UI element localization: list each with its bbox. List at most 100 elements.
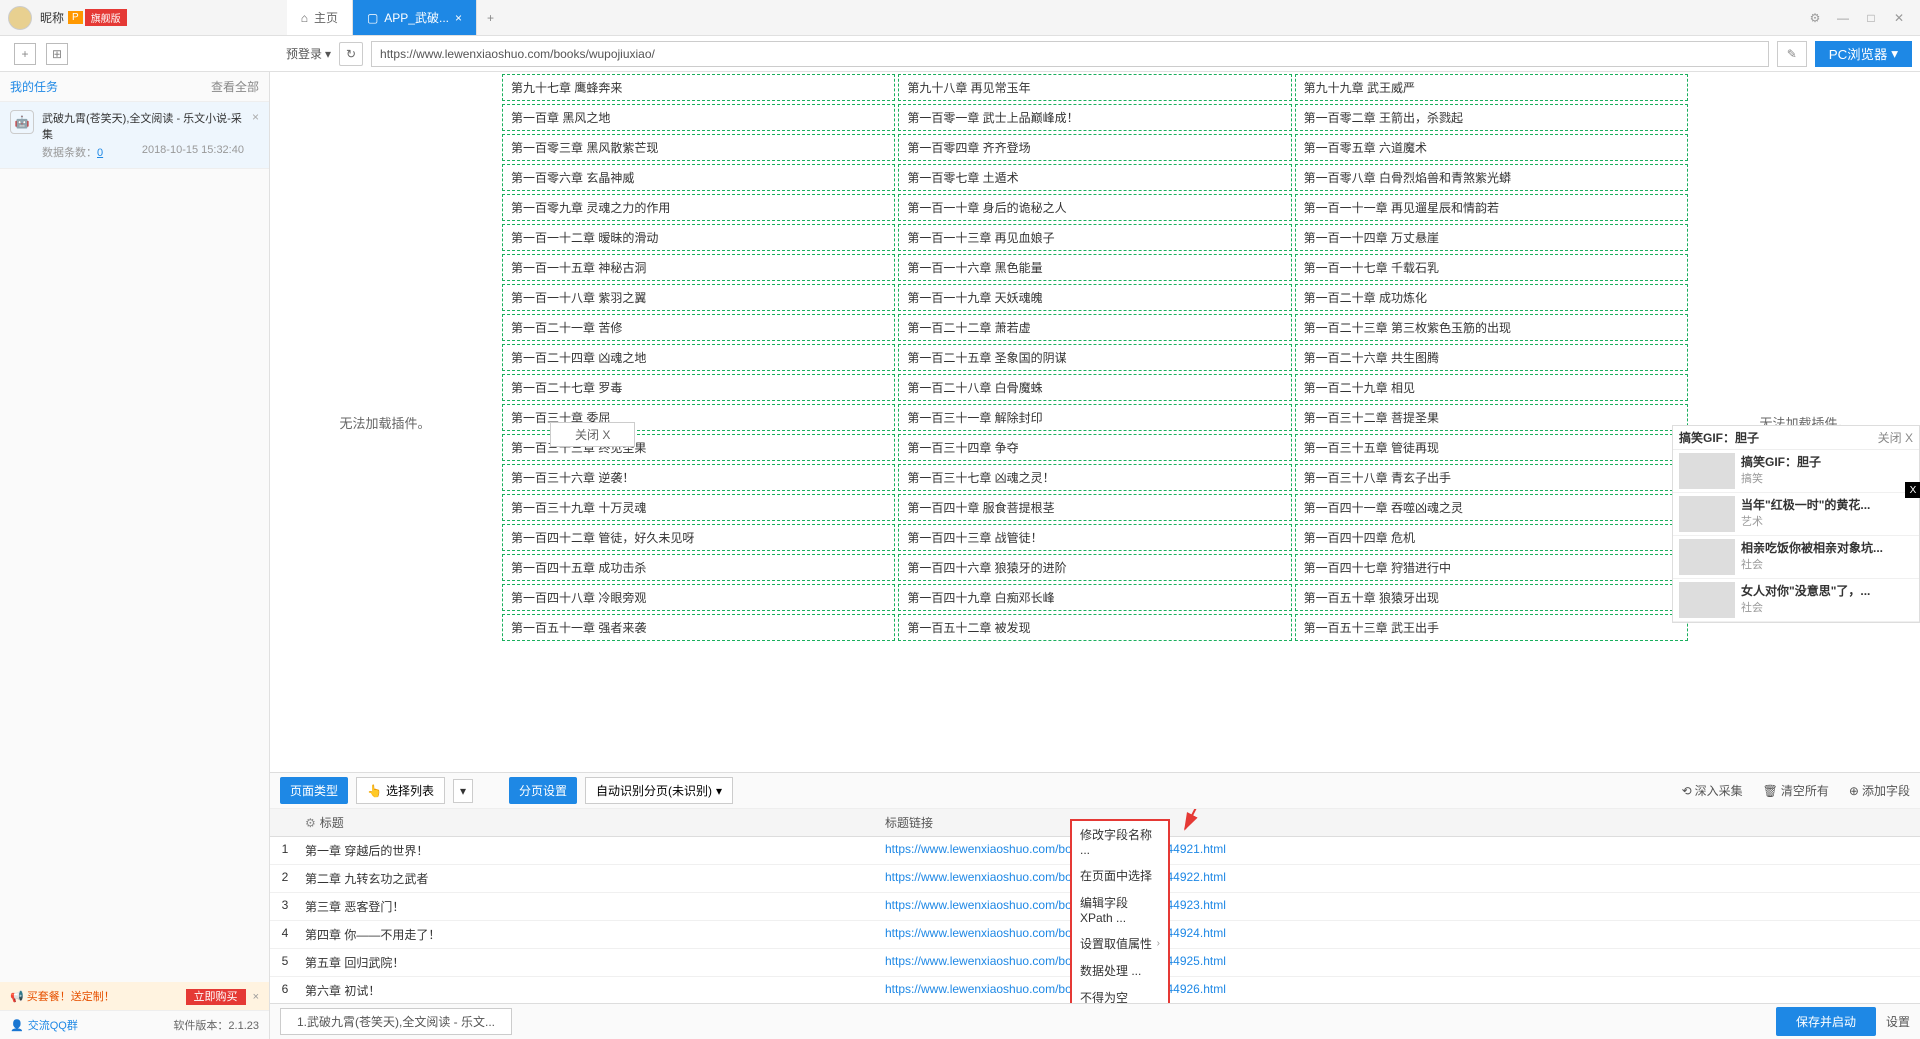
chapter-link[interactable]: 第一百二十四章 凶魂之地 xyxy=(502,344,895,371)
chapter-link[interactable]: 第九十八章 再见常玉年 xyxy=(898,74,1291,101)
chapter-link[interactable]: 第一百一十五章 神秘古洞 xyxy=(502,254,895,281)
chapter-link[interactable]: 第一百零一章 武士上品巅峰成！ xyxy=(898,104,1291,131)
deep-collect-link[interactable]: ⟲ 深入采集 xyxy=(1682,782,1743,799)
chapter-link[interactable]: 第一百四十五章 成功击杀 xyxy=(502,554,895,581)
refresh-button[interactable]: ↻ xyxy=(339,42,363,66)
tab-active[interactable]: ▢ APP_武破... × xyxy=(353,0,477,35)
close-icon[interactable]: ✕ xyxy=(1890,9,1908,27)
url-input[interactable] xyxy=(371,41,1769,67)
chapter-link[interactable]: 第一百五十二章 被发现 xyxy=(898,614,1291,641)
chapter-link[interactable]: 第一百四十三章 战管徒！ xyxy=(898,524,1291,551)
news-item[interactable]: 相亲吃饭你被相亲对象坑... 社会 xyxy=(1673,536,1919,579)
chapter-link[interactable]: 第一百三十四章 争夺 xyxy=(898,434,1291,461)
chapter-link[interactable]: 第一百一十二章 暧昧的滑动 xyxy=(502,224,895,251)
menu-set-value-attr[interactable]: 设置取值属性› xyxy=(1072,930,1168,957)
menu-select-in-page[interactable]: 在页面中选择 xyxy=(1072,862,1168,889)
chapter-link[interactable]: 第一百五十章 狼猿牙出现 xyxy=(1295,584,1688,611)
chapter-link[interactable]: 第一百一十三章 再见血娘子 xyxy=(898,224,1291,251)
clear-all-link[interactable]: 🗑 清空所有 xyxy=(1763,782,1829,799)
news-item[interactable]: 搞笑GIF：胆子 搞笑 xyxy=(1673,450,1919,493)
chapter-link[interactable]: 第一百四十六章 狼猿牙的进阶 xyxy=(898,554,1291,581)
settings-icon[interactable]: ⚙ xyxy=(1806,9,1824,27)
row-link[interactable]: https://www.lewenxiaoshuo.com/books/wupo… xyxy=(880,921,1920,948)
chapter-link[interactable]: 第一百零五章 六道魔术 xyxy=(1295,134,1688,161)
chapter-link[interactable]: 第一百零八章 白骨烈焰兽和青煞紫光蟒 xyxy=(1295,164,1688,191)
chapter-link[interactable]: 第一百三十七章 凶魂之灵！ xyxy=(898,464,1291,491)
select-list-dropdown[interactable]: ▾ xyxy=(453,779,473,803)
maximize-icon[interactable]: □ xyxy=(1862,9,1880,27)
settings-link[interactable]: 设置 xyxy=(1886,1013,1910,1030)
chapter-link[interactable]: 第一百二十一章 苦修 xyxy=(502,314,895,341)
chapter-link[interactable]: 第一百二十二章 萧若虚 xyxy=(898,314,1291,341)
row-link[interactable]: https://www.lewenxiaoshuo.com/books/wupo… xyxy=(880,865,1920,892)
add-field-link[interactable]: ⊕ 添加字段 xyxy=(1849,782,1910,799)
chapter-link[interactable]: 第一百零九章 灵魂之力的作用 xyxy=(502,194,895,221)
tab-home[interactable]: ⌂ 主页 xyxy=(287,0,353,35)
chapter-link[interactable]: 第一百零三章 黑风散紫芒现 xyxy=(502,134,895,161)
chapter-link[interactable]: 第一百三十九章 十万灵魂 xyxy=(502,494,895,521)
chapter-link[interactable]: 第一百四十八章 冷眼旁观 xyxy=(502,584,895,611)
page-settings-button[interactable]: 分页设置 xyxy=(509,777,577,804)
chapter-link[interactable]: 第一百四十四章 危机 xyxy=(1295,524,1688,551)
chapter-link[interactable]: 第一百三十八章 青玄子出手 xyxy=(1295,464,1688,491)
chapter-link[interactable]: 第一百四十一章 吞噬凶魂之灵 xyxy=(1295,494,1688,521)
menu-rename[interactable]: 修改字段名称 ... xyxy=(1072,821,1168,862)
row-link[interactable]: https://www.lewenxiaoshuo.com/books/wupo… xyxy=(880,893,1920,920)
auto-detect-dropdown[interactable]: 自动识别分页(未识别) ▾ xyxy=(585,777,733,804)
tab-add-button[interactable]: + xyxy=(477,11,504,25)
view-all-link[interactable]: 查看全部 xyxy=(211,78,259,95)
chapter-link[interactable]: 第一百一十四章 万丈悬崖 xyxy=(1295,224,1688,251)
chapter-link[interactable]: 第一百二十七章 罗毒 xyxy=(502,374,895,401)
row-link[interactable]: https://www.lewenxiaoshuo.com/books/wupo… xyxy=(880,977,1920,1003)
chapter-link[interactable]: 第一百一十一章 再见遛星辰和情韵若 xyxy=(1295,194,1688,221)
close-panel-button[interactable]: 关闭 X xyxy=(550,422,635,447)
news-close-link[interactable]: 关闭 X xyxy=(1878,429,1913,446)
chapter-link[interactable]: 第一百二十九章 相见 xyxy=(1295,374,1688,401)
chapter-link[interactable]: 第一百零二章 王箭出，杀戮起 xyxy=(1295,104,1688,131)
promo-buy-button[interactable]: 立即购买 xyxy=(186,989,246,1005)
chapter-link[interactable]: 第一百一十章 身后的诡秘之人 xyxy=(898,194,1291,221)
chapter-link[interactable]: 第一百三十五章 管徒再现 xyxy=(1295,434,1688,461)
folder-add-icon[interactable]: ⊞ xyxy=(46,43,68,65)
chapter-link[interactable]: 第一百二十五章 圣象国的阴谋 xyxy=(898,344,1291,371)
chapter-link[interactable]: 第一百零六章 玄晶神威 xyxy=(502,164,895,191)
menu-data-process[interactable]: 数据处理 ... xyxy=(1072,957,1168,984)
chapter-link[interactable]: 第一百二十八章 白骨魔蛛 xyxy=(898,374,1291,401)
chapter-link[interactable]: 第一百四十二章 管徒，好久未见呀 xyxy=(502,524,895,551)
minimize-icon[interactable]: — xyxy=(1834,9,1852,27)
chapter-link[interactable]: 第一百二十章 成功炼化 xyxy=(1295,284,1688,311)
chapter-link[interactable]: 第一百三十二章 菩提圣果 xyxy=(1295,404,1688,431)
news-item[interactable]: 当年"红极一时"的黄花... 艺术 xyxy=(1673,493,1919,536)
user-avatar[interactable] xyxy=(8,6,32,30)
prelogin-dropdown[interactable]: 预登录 ▾ xyxy=(286,45,331,62)
news-item[interactable]: 女人对你"没意思"了，... 社会 xyxy=(1673,579,1919,622)
page-type-button[interactable]: 页面类型 xyxy=(280,777,348,804)
task-item[interactable]: 🤖 武破九霄(苍笑天),全文阅读 - 乐文小说-采集 数据条数：0 2018-1… xyxy=(0,102,269,169)
chapter-link[interactable]: 第一百三十六章 逆袭！ xyxy=(502,464,895,491)
chapter-link[interactable]: 第一百五十一章 强者来袭 xyxy=(502,614,895,641)
select-list-button[interactable]: 👆 选择列表 xyxy=(356,777,445,804)
chapter-link[interactable]: 第一百五十三章 武王出手 xyxy=(1295,614,1688,641)
gear-icon[interactable]: ⚙ xyxy=(305,816,316,830)
chapter-link[interactable]: 第一百四十章 服食菩提根茎 xyxy=(898,494,1291,521)
chapter-link[interactable]: 第一百一十九章 天妖魂魄 xyxy=(898,284,1291,311)
footer-tab[interactable]: 1.武破九霄(苍笑天),全文阅读 - 乐文... xyxy=(280,1008,512,1035)
chapter-link[interactable]: 第一百三十一章 解除封印 xyxy=(898,404,1291,431)
row-link[interactable]: https://www.lewenxiaoshuo.com/books/wupo… xyxy=(880,837,1920,864)
chapter-link[interactable]: 第一百一十六章 黑色能量 xyxy=(898,254,1291,281)
qq-group-link[interactable]: 👤 交流QQ群 xyxy=(10,1017,78,1033)
pc-browser-button[interactable]: PC浏览器 ▾ xyxy=(1815,41,1912,67)
chapter-link[interactable]: 第九十九章 武王威严 xyxy=(1295,74,1688,101)
chapter-link[interactable]: 第一百四十七章 狩猎进行中 xyxy=(1295,554,1688,581)
chapter-link[interactable]: 第一百一十八章 紫羽之翼 xyxy=(502,284,895,311)
row-link[interactable]: https://www.lewenxiaoshuo.com/books/wupo… xyxy=(880,949,1920,976)
new-task-icon[interactable]: + xyxy=(14,43,36,65)
task-close-icon[interactable]: × xyxy=(252,110,259,124)
chapter-link[interactable]: 第一百零四章 齐齐登场 xyxy=(898,134,1291,161)
promo-close-icon[interactable]: × xyxy=(253,991,259,1003)
chapter-link[interactable]: 第一百一十七章 千载石乳 xyxy=(1295,254,1688,281)
chapter-link[interactable]: 第一百四十九章 白痴邓长峰 xyxy=(898,584,1291,611)
chapter-link[interactable]: 第一百二十三章 第三枚紫色玉筋的出现 xyxy=(1295,314,1688,341)
chapter-link[interactable]: 第一百二十六章 共生图腾 xyxy=(1295,344,1688,371)
chapter-link[interactable]: 第九十七章 鹰蜂奔来 xyxy=(502,74,895,101)
